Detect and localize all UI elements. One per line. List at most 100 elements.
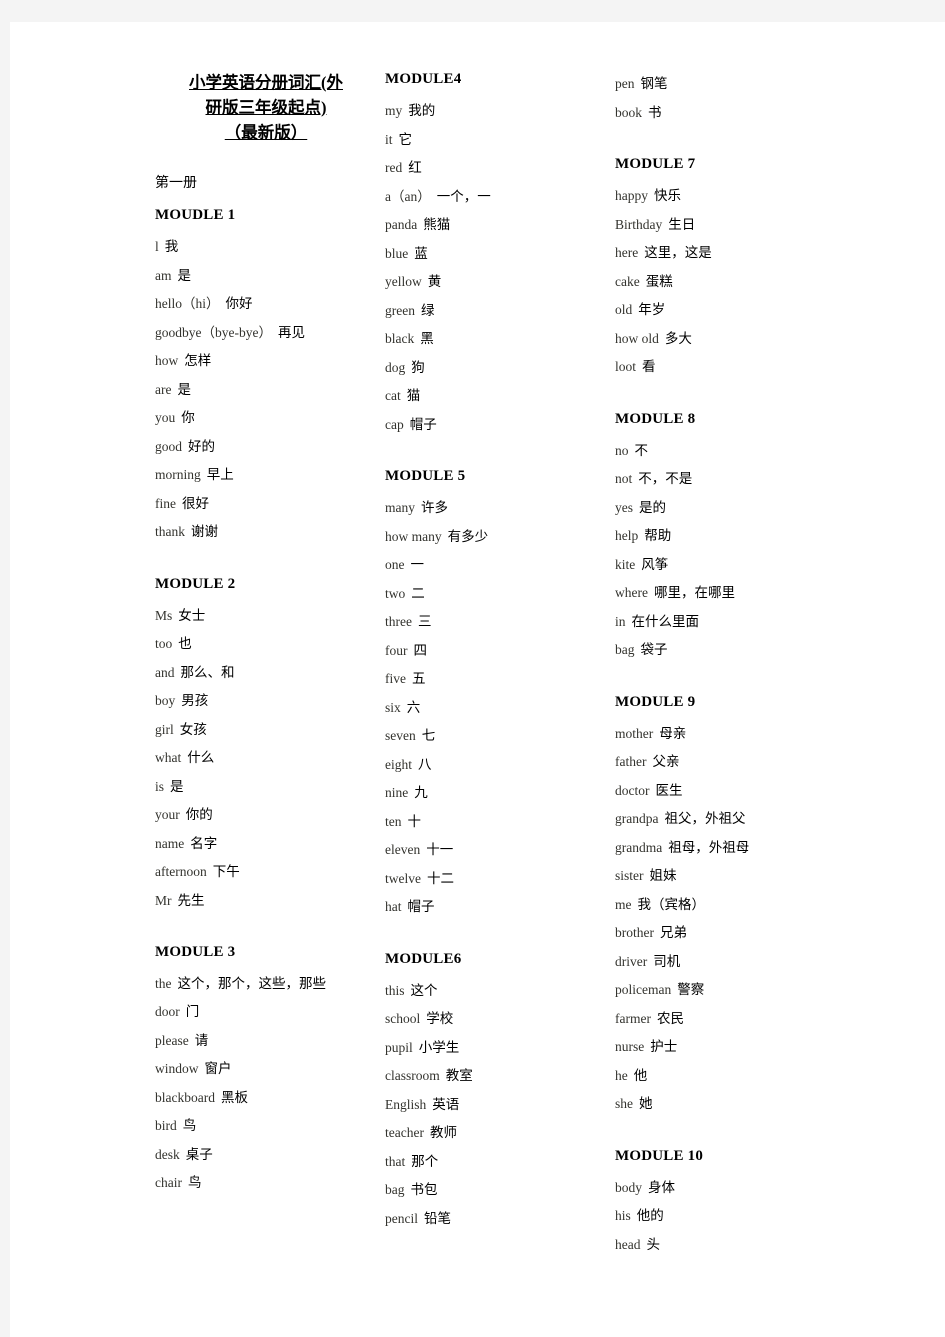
vocab-word-en: five <box>385 671 406 686</box>
vocab-entry: his 他的 <box>615 1202 865 1231</box>
vocab-entry: hat 帽子 <box>385 893 607 922</box>
vocab-word-cn: 男孩 <box>181 693 209 709</box>
vocab-word-en: bird <box>155 1118 177 1133</box>
vocab-word-en: is <box>155 778 165 794</box>
vocab-entry: not 不，不是 <box>615 465 865 494</box>
vocab-entry: Ms 女士 <box>155 602 377 631</box>
vocab-word-en: twelve <box>385 870 421 886</box>
vocab-word-en: ten <box>385 813 402 829</box>
vocab-word-cn: 你的 <box>185 807 213 823</box>
vocab-entry: red 红 <box>385 154 607 183</box>
vocab-word-en: driver <box>615 953 648 969</box>
vocab-word-en: in <box>615 613 626 629</box>
vocab-entry: kite 风筝 <box>615 551 865 580</box>
vocab-word-en: six <box>385 699 401 715</box>
vocab-word-cn: 风筝 <box>641 556 669 573</box>
vocab-word-en: blue <box>385 245 409 261</box>
vocab-entry: panda 熊猫 <box>385 211 607 240</box>
vocab-entry: nine 九 <box>385 779 607 808</box>
vocab-word-cn: 蛋糕 <box>645 273 673 290</box>
vocab-word-en: cap <box>385 416 404 432</box>
vocab-entry: English 英语 <box>385 1091 607 1120</box>
vocab-entry: bird 鸟 <box>155 1112 377 1141</box>
module-heading: MODULE 7 <box>615 156 696 172</box>
vocab-word-cn: 什么 <box>187 750 215 766</box>
vocab-word-cn: 下午 <box>212 864 240 880</box>
vocab-word-en: too <box>155 636 173 651</box>
vocab-word-en: how old <box>615 330 659 346</box>
document-title-line-1: 小学英语分册词汇(外 <box>189 73 343 92</box>
vocab-entry: pen 钢笔 <box>615 70 865 99</box>
vocab-entry: two 二 <box>385 580 607 609</box>
vocab-word-cn: 生日 <box>668 216 696 233</box>
vocab-entry: three 三 <box>385 608 607 637</box>
vocab-word-cn: 他 <box>633 1067 648 1084</box>
vocab-word-en: school <box>385 1011 421 1026</box>
module-heading: MODULE 3 <box>155 944 236 960</box>
vocab-entry: how old 多大 <box>615 325 865 354</box>
vocab-entry: goodbye（bye-bye） 再见 <box>155 319 377 348</box>
vocab-entry: what 什么 <box>155 744 377 773</box>
vocab-word-en: the <box>155 976 172 991</box>
vocab-word-cn: 十 <box>407 813 422 830</box>
column-2: MODULE4 my 我的 it 它 red 红 a（an） 一个，一 panda 熊猫 blue 蓝 y… <box>385 70 607 1233</box>
vocab-entry: grandma 祖母，外祖母 <box>615 834 865 863</box>
vocab-word-cn: 钢笔 <box>640 76 668 92</box>
module-heading: MODULE 10 <box>615 1147 704 1164</box>
vocab-word-en: window <box>155 1061 199 1076</box>
vocab-word-en: door <box>155 1004 180 1019</box>
vocab-entry: where 哪里，在哪里 <box>615 579 865 608</box>
vocab-word-en: eight <box>385 756 412 772</box>
vocab-word-cn: 不 <box>634 442 649 459</box>
vocab-entry: yellow 黄 <box>385 268 607 297</box>
vocab-word-en: one <box>385 557 405 572</box>
vocab-entry: grandpa 祖父，外祖父 <box>615 805 865 834</box>
vocab-word-en: me <box>615 896 632 912</box>
vocab-entry: l我 <box>155 233 377 262</box>
document-title: 小学英语分册词汇(外 研版三年级起点) （最新版） <box>155 70 377 145</box>
vocab-word-cn: 黑板 <box>220 1089 248 1106</box>
vocab-word-cn: 司机 <box>653 953 681 970</box>
vocab-entry: black 黑 <box>385 325 607 354</box>
vocab-word-en: this <box>385 982 405 998</box>
vocab-word-cn: 四 <box>413 642 428 659</box>
column-1-blocks: MOUDLE 1 l 我 am 是 hello（hi） 你好 goodbye（bye-bye）… <box>155 206 377 1198</box>
vocab-word-cn: 我（宾格） <box>637 896 706 913</box>
vocab-word-cn: 祖父，外祖父 <box>664 811 746 827</box>
vocab-word-en: desk <box>155 1146 180 1162</box>
vocab-word-cn: 女孩 <box>179 721 207 738</box>
vocab-word-cn: 十一 <box>426 842 454 858</box>
vocab-entry: eight 八 <box>385 751 607 780</box>
vocab-word-cn: 桌子 <box>185 1146 213 1163</box>
vocab-entry: ten 十 <box>385 808 607 837</box>
vocab-entry: teacher 教师 <box>385 1119 607 1148</box>
vocab-entry: one 一 <box>385 551 607 580</box>
vocab-word-cn: 许多 <box>421 500 448 516</box>
vocab-word-en: name <box>155 835 185 851</box>
vocab-word-cn: 帽子 <box>409 416 437 433</box>
vocab-entry: he 他 <box>615 1062 865 1091</box>
vocab-word-en: and <box>155 664 175 680</box>
vocab-word-cn: 九 <box>414 785 428 801</box>
vocab-word-en: dog <box>385 359 406 375</box>
vocab-entry: many 许多 <box>385 494 607 523</box>
vocab-word-cn: 在什么里面 <box>631 613 700 630</box>
vocab-word-cn: 是 <box>177 267 192 284</box>
module-heading: MODULE 2 <box>155 575 236 592</box>
vocab-entry: mother 母亲 <box>615 720 865 749</box>
vocab-entry: desk 桌子 <box>155 1141 377 1170</box>
vocab-entry: four 四 <box>385 637 607 666</box>
module-heading: MOUDLE 1 <box>155 207 236 223</box>
vocab-word-en: Ms <box>155 607 173 623</box>
vocab-word-en: teacher <box>385 1125 424 1140</box>
vocab-word-en: nine <box>385 785 409 800</box>
vocab-word-en: pupil <box>385 1039 413 1055</box>
vocab-word-en: blackboard <box>155 1089 215 1105</box>
vocab-word-en: policeman <box>615 982 672 997</box>
vocab-entry: good 好的 <box>155 433 377 462</box>
vocab-word-en: brother <box>615 925 654 940</box>
vocab-word-cn: 不，不是 <box>638 471 693 487</box>
